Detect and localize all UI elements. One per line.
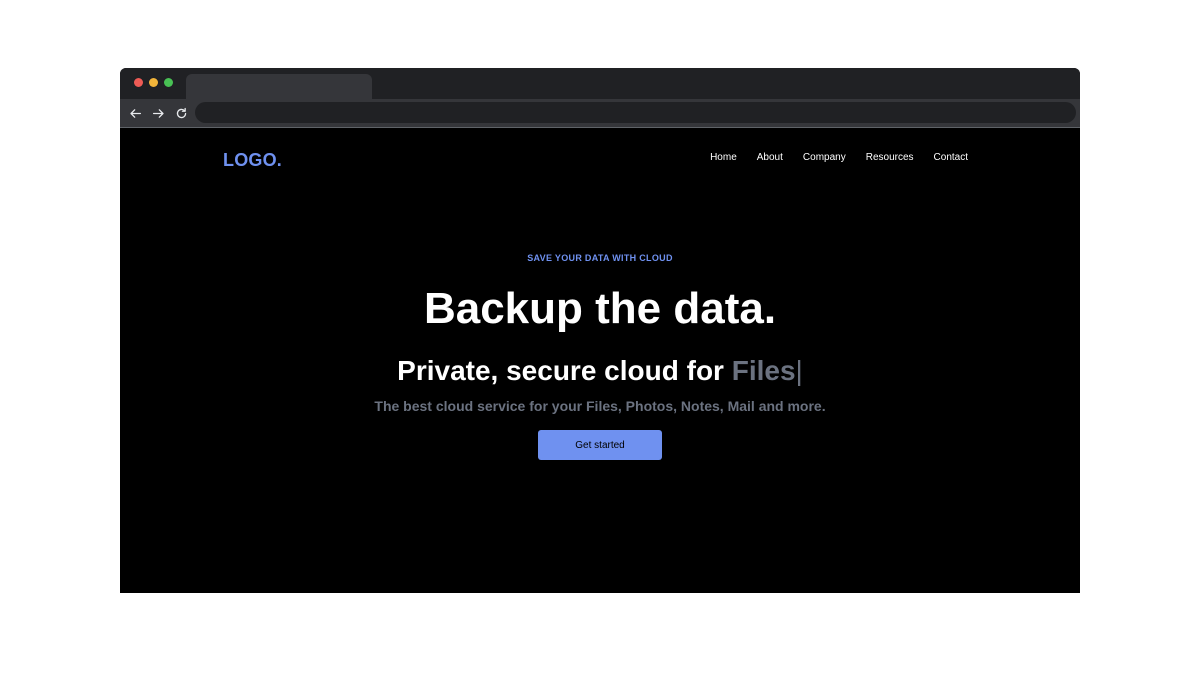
tab-strip [120,68,1080,99]
site-logo[interactable]: LOGO. [223,150,282,171]
close-window-button[interactable] [134,78,143,87]
minimize-window-button[interactable] [149,78,158,87]
browser-toolbar [120,99,1080,128]
address-bar[interactable] [195,102,1076,123]
subhead-prefix: Private, secure cloud for [397,355,724,386]
nav-link-company[interactable]: Company [803,152,846,163]
browser-window: LOGO. Home About Company Resources Conta… [120,68,1080,593]
hero-subhead: Private, secure cloud for Files| [120,355,1080,387]
hero-headline: Backup the data. [423,284,777,333]
nav-link-contact[interactable]: Contact [934,152,968,163]
typed-word: Files [731,355,796,386]
hero-eyebrow: SAVE YOUR DATA WITH CLOUD [527,253,673,263]
nav-link-resources[interactable]: Resources [866,152,914,163]
get-started-button[interactable]: Get started [538,430,662,460]
hero-tagline: The best cloud service for your Files, P… [374,398,826,414]
typing-cursor: | [795,355,803,386]
web-page: LOGO. Home About Company Resources Conta… [120,128,1080,593]
browser-tab[interactable] [186,74,372,99]
forward-arrow-icon[interactable] [150,105,166,121]
reload-icon[interactable] [173,105,189,121]
main-nav: Home About Company Resources Contact [710,152,968,163]
zoom-window-button[interactable] [164,78,173,87]
nav-link-home[interactable]: Home [710,152,737,163]
nav-link-about[interactable]: About [757,152,783,163]
back-arrow-icon[interactable] [127,105,143,121]
